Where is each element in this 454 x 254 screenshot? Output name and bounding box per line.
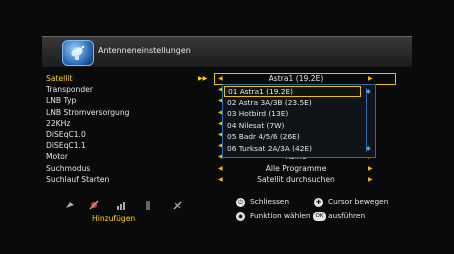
setting-value: Astra1 (19.2E): [268, 74, 324, 83]
setting-row-satellit[interactable]: Satellit ▶▶ ◀ Astra1 (19.2E) ▶: [46, 73, 406, 85]
dropdown-item[interactable]: 01 Astra1 (19.2E): [224, 86, 361, 97]
arrow-left-icon[interactable]: ◀: [218, 73, 223, 84]
menu-header: Antenneneinstellungen: [42, 36, 412, 67]
setting-label: LNB Stromversorgung: [46, 107, 130, 117]
fast-forward-icon: ▶▶: [198, 75, 208, 82]
signal-bars-icon: [117, 202, 125, 210]
setting-label: Suchmodus: [46, 163, 91, 173]
satellite-dish-icon: [62, 40, 94, 66]
arrow-right-icon[interactable]: ▶: [368, 163, 373, 174]
hint-execute: ausführen: [328, 211, 366, 220]
setting-value: Alle Programme: [265, 163, 327, 173]
dropdown-item[interactable]: 03 Hotbird (13E): [223, 108, 375, 119]
hint-close: Schliessen: [250, 197, 290, 206]
setting-label: Suchlauf Starten: [46, 174, 110, 184]
function-key-icon: ◉: [236, 212, 245, 221]
scroll-up-icon[interactable]: ◆: [366, 88, 371, 95]
setting-label: DiSEqC1.1: [46, 141, 86, 151]
setting-label: Satellit: [46, 74, 73, 83]
setting-value: Satellit durchsuchen: [257, 174, 335, 184]
page-title: Antenneneinstellungen: [98, 46, 191, 55]
add-label[interactable]: Hinzufügen: [92, 214, 135, 223]
bin-icon: [146, 201, 150, 210]
ok-key-icon: OK: [313, 212, 326, 221]
arrow-right-icon[interactable]: ▶: [368, 174, 373, 185]
setting-row-suchlauf-starten[interactable]: Suchlauf Starten ◀ Satellit durchsuchen …: [46, 174, 406, 185]
dropdown-scrollbar[interactable]: ◆ ◆: [366, 88, 372, 152]
arrow-left-icon[interactable]: ◀: [218, 163, 223, 174]
setting-row-suchmodus[interactable]: Suchmodus ◀ Alle Programme ▶: [46, 163, 406, 174]
red-key-icon: [66, 202, 74, 208]
setting-label: Motor: [46, 152, 68, 162]
color-key-icons: [64, 199, 214, 213]
dropdown-item[interactable]: 06 Turksat 2A/3A (42E): [223, 143, 375, 154]
setting-label: 22KHz: [46, 118, 71, 128]
arrow-left-icon[interactable]: ◀: [218, 174, 223, 185]
cursor-key-icon: ✚: [314, 198, 323, 207]
dropdown-item[interactable]: 02 Astra 3A/3B (23.5E): [223, 97, 375, 108]
green-key-icon: [89, 200, 99, 210]
dropdown-item[interactable]: 05 Badr 4/5/6 (26E): [223, 131, 375, 142]
satellite-dropdown[interactable]: 01 Astra1 (19.2E) 02 Astra 3A/3B (23.5E)…: [222, 84, 376, 158]
exit-key-icon: ⏻: [236, 198, 245, 207]
setting-label: DiSEqC1.0: [46, 129, 86, 139]
arrow-right-icon[interactable]: ▶: [368, 73, 373, 84]
scroll-down-icon[interactable]: ◆: [366, 145, 371, 152]
setting-label: Transponder: [46, 85, 93, 95]
hint-function: Funktion wählen: [250, 211, 311, 220]
setting-label: LNB Typ: [46, 96, 77, 106]
dropdown-item[interactable]: 04 Nilesat (7W): [223, 120, 375, 131]
tv-screen: Antenneneinstellungen Satellit ▶▶ ◀ Astr…: [0, 0, 454, 254]
hint-cursor: Cursor bewegen: [328, 197, 389, 206]
edit-icon: [173, 201, 182, 210]
